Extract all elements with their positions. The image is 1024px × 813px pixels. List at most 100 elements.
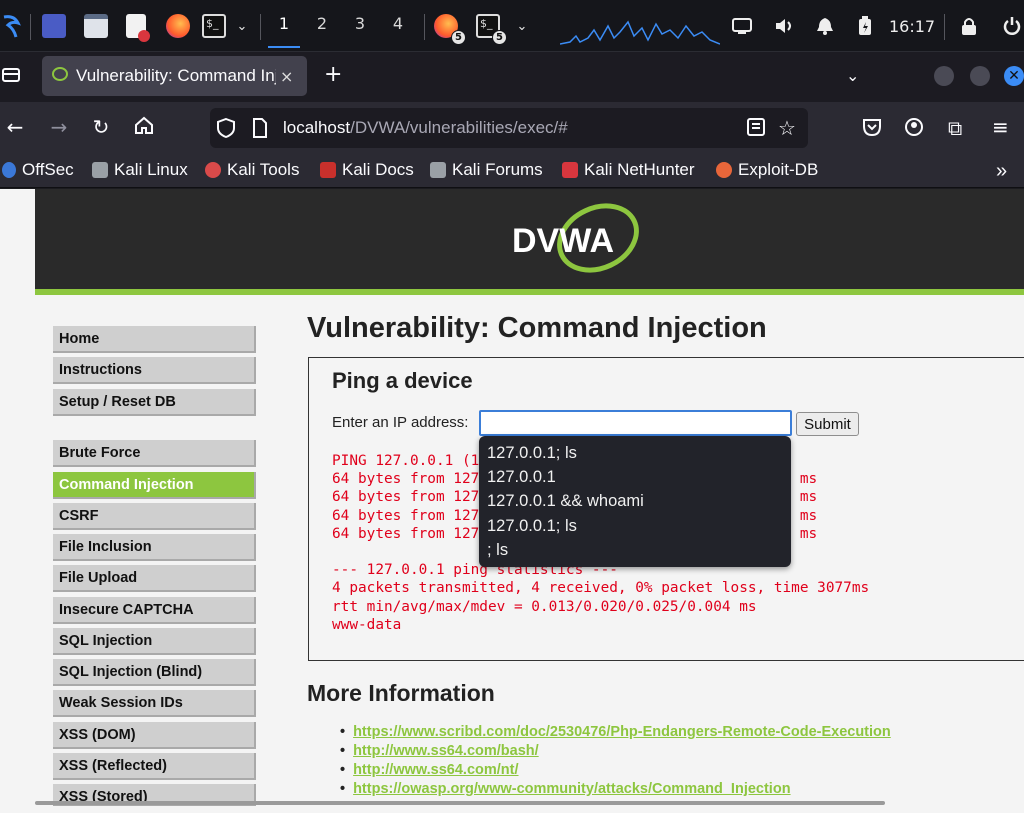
menu-xss-dom[interactable]: XSS (DOM) — [53, 722, 256, 749]
header-accent-line — [35, 289, 1024, 295]
workspace-4[interactable]: 4 — [388, 14, 408, 33]
autocomplete-option[interactable]: 127.0.0.1 — [479, 465, 791, 489]
ip-address-label: Enter an IP address: — [332, 414, 469, 431]
more-information-links: https://www.scribd.com/doc/2530476/Php-E… — [340, 724, 891, 800]
menu-file-upload[interactable]: File Upload — [53, 565, 256, 592]
kali-menu-icon[interactable] — [0, 12, 22, 40]
more-bookmarks-icon[interactable]: » — [996, 160, 1007, 183]
reference-link[interactable]: http://www.ss64.com/bash/ — [353, 743, 539, 759]
dvwa-logo: DVWA — [510, 200, 640, 280]
reload-button[interactable]: ↻ — [88, 115, 114, 139]
horizontal-scrollbar[interactable] — [35, 801, 885, 805]
page-favicon-icon — [52, 66, 68, 86]
menu-insecure-captcha[interactable]: Insecure CAPTCHA — [53, 597, 256, 624]
bookmark-kali-nethunter[interactable]: Kali NetHunter — [562, 160, 695, 180]
close-window-icon[interactable]: ✕ — [1004, 66, 1024, 86]
bookmark-exploit-db[interactable]: Exploit-DB — [716, 160, 818, 180]
chevron-down-icon[interactable]: ⌄ — [514, 12, 530, 40]
file-manager-icon[interactable] — [84, 12, 108, 40]
tab-list-icon[interactable] — [2, 66, 20, 88]
workspace-1[interactable]: 1 — [268, 14, 300, 48]
firefox-window-count: 5 — [451, 30, 466, 45]
account-icon[interactable] — [904, 117, 924, 141]
bookmark-offsec[interactable]: OffSec — [2, 160, 74, 180]
reference-link[interactable]: https://www.scribd.com/doc/2530476/Php-E… — [353, 724, 891, 740]
autocomplete-option[interactable]: 127.0.0.1; ls — [479, 441, 791, 465]
autocomplete-option[interactable]: 127.0.0.1 && whoami — [479, 489, 791, 513]
menu-instructions[interactable]: Instructions — [53, 357, 256, 384]
tab-active[interactable]: Vulnerability: Command Injection × — [42, 56, 307, 96]
terminal-window-count: 5 — [492, 30, 507, 45]
terminal-launcher-icon[interactable]: $_ — [202, 12, 226, 40]
reference-link[interactable]: https://owasp.org/www-community/attacks/… — [353, 781, 790, 797]
list-item: http://www.ss64.com/nt/ — [340, 762, 891, 781]
menu-home[interactable]: Home — [53, 326, 256, 353]
shield-icon[interactable] — [216, 117, 236, 142]
new-tab-button[interactable]: + — [324, 62, 342, 87]
workspace-2[interactable]: 2 — [312, 14, 332, 33]
bookmark-kali-tools[interactable]: Kali Tools — [205, 160, 299, 180]
autocomplete-option[interactable]: 127.0.0.1; ls — [479, 514, 791, 538]
minimize-button[interactable] — [934, 66, 954, 86]
bookmark-kali-docs[interactable]: Kali Docs — [320, 160, 414, 180]
reference-link[interactable]: http://www.ss64.com/nt/ — [353, 762, 518, 778]
tab-title: Vulnerability: Command Injection — [76, 66, 276, 85]
exploit-db-icon — [716, 162, 732, 178]
menu-file-inclusion[interactable]: File Inclusion — [53, 534, 256, 561]
maximize-button[interactable] — [970, 66, 990, 86]
power-icon[interactable] — [1002, 12, 1022, 40]
list-item: http://www.ss64.com/bash/ — [340, 743, 891, 762]
output-line: 4 packets transmitted, 4 received, 0% pa… — [332, 580, 870, 597]
reader-mode-icon[interactable] — [746, 117, 766, 141]
list-all-tabs-icon[interactable]: ⌄ — [846, 66, 859, 85]
tab-close-icon[interactable]: × — [280, 67, 293, 86]
text-editor-icon[interactable] — [126, 12, 150, 42]
menu-weak-session-ids[interactable]: Weak Session IDs — [53, 690, 256, 717]
kali-dragon-icon — [92, 162, 108, 178]
url-host: localhost — [283, 118, 351, 137]
battery-icon[interactable] — [858, 12, 872, 40]
list-item: https://owasp.org/www-community/attacks/… — [340, 781, 891, 800]
page-info-icon[interactable] — [252, 118, 268, 142]
offsec-icon — [2, 162, 16, 178]
kali-tools-icon — [205, 162, 221, 178]
menu-command-injection[interactable]: Command Injection — [53, 472, 256, 499]
ip-address-input[interactable] — [479, 410, 792, 436]
nethunter-icon — [562, 162, 578, 178]
volume-icon[interactable] — [774, 12, 794, 40]
back-button[interactable]: ← — [2, 115, 28, 139]
lock-icon[interactable] — [960, 12, 978, 40]
chevron-down-icon[interactable]: ⌄ — [234, 12, 250, 40]
menu-sql-injection[interactable]: SQL Injection — [53, 628, 256, 655]
bookmark-kali-linux[interactable]: Kali Linux — [92, 160, 188, 180]
forward-button[interactable]: → — [46, 115, 72, 139]
autocomplete-dropdown: 127.0.0.1; ls 127.0.0.1 127.0.0.1 && who… — [479, 436, 791, 567]
notifications-icon[interactable] — [816, 12, 834, 40]
menu-csrf[interactable]: CSRF — [53, 503, 256, 530]
url-text[interactable]: localhost/DVWA/vulnerabilities/exec/# — [283, 118, 568, 138]
menu-setup-reset-db[interactable]: Setup / Reset DB — [53, 389, 256, 416]
menu-icon[interactable]: ≡ — [992, 115, 1009, 139]
submit-button[interactable]: Submit — [796, 412, 859, 436]
menu-brute-force[interactable]: Brute Force — [53, 440, 256, 467]
autocomplete-option[interactable]: ; ls — [479, 538, 791, 562]
kali-dragon-icon — [430, 162, 446, 178]
home-button[interactable] — [131, 115, 157, 140]
workspace-3[interactable]: 3 — [350, 14, 370, 33]
display-icon[interactable] — [732, 12, 752, 40]
bookmark-kali-forums[interactable]: Kali Forums — [430, 160, 543, 180]
output-line: rtt min/avg/max/mdev = 0.013/0.020/0.025… — [332, 598, 757, 615]
menu-sql-injection-blind[interactable]: SQL Injection (Blind) — [53, 659, 256, 686]
menu-xss-reflected[interactable]: XSS (Reflected) — [53, 753, 256, 780]
bookmark-star-icon[interactable]: ☆ — [778, 116, 796, 140]
desktop-icon[interactable] — [42, 12, 66, 40]
clock[interactable]: 16:17 — [889, 17, 935, 36]
page-title: Vulnerability: Command Injection — [307, 312, 767, 344]
form-title: Ping a device — [332, 368, 473, 393]
extensions-icon[interactable]: ⧉ — [948, 116, 962, 140]
more-information-heading: More Information — [307, 680, 495, 706]
url-path: /DVWA/vulnerabilities/exec/# — [350, 118, 568, 137]
taskbar: $_ ⌄ 1 2 3 4 5 $_ 5 ⌄ 16:17 — [0, 0, 1024, 52]
pocket-icon[interactable] — [862, 117, 882, 141]
firefox-launcher-icon[interactable] — [166, 12, 190, 40]
